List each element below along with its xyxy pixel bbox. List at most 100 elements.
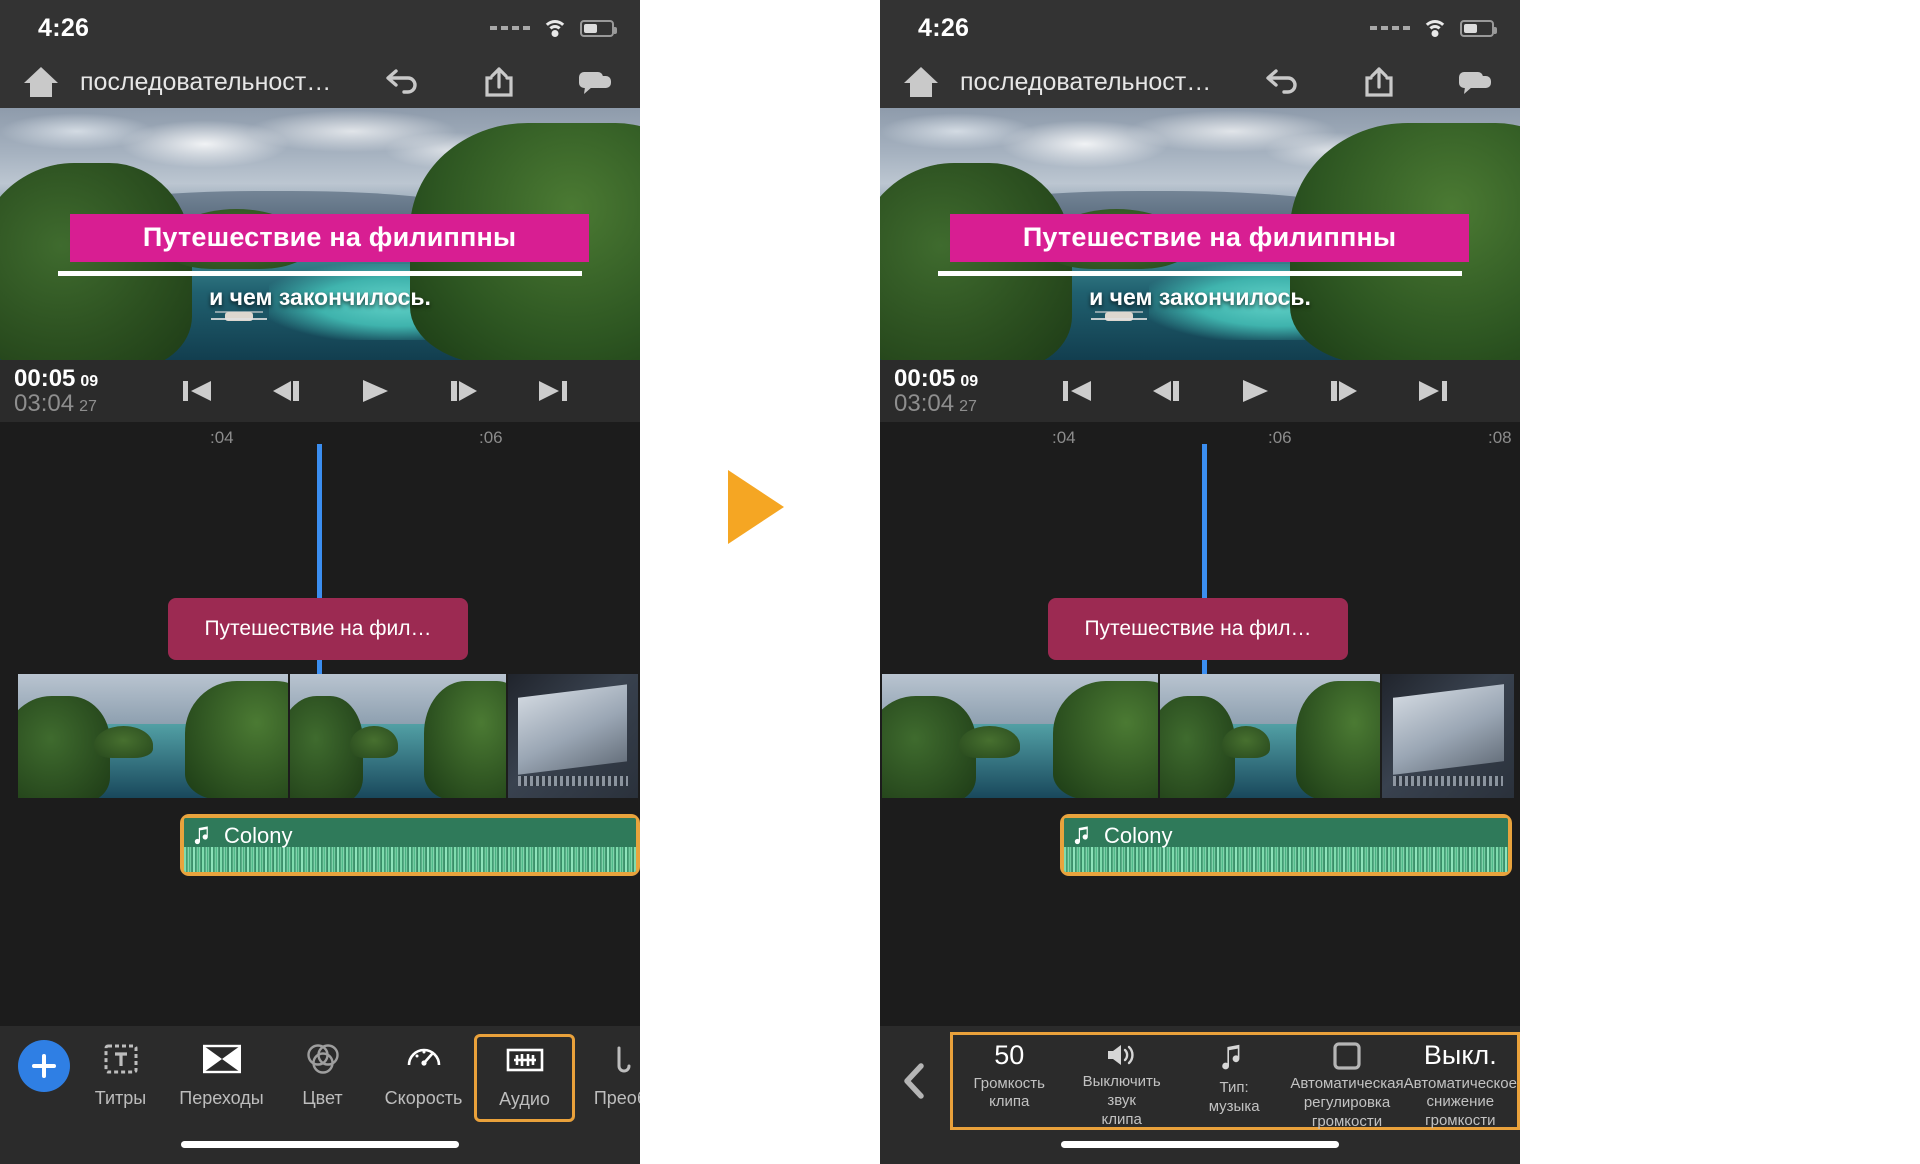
signal-dots-icon bbox=[490, 26, 530, 30]
wifi-icon bbox=[542, 18, 568, 38]
square-icon bbox=[1331, 1041, 1363, 1071]
audio-options-bar: 50 Громкость клипа Выключить звук клипа … bbox=[880, 1026, 1520, 1164]
music-note-icon bbox=[1074, 826, 1088, 845]
tab-audio[interactable]: Аудио bbox=[474, 1034, 575, 1122]
toolbar-actions bbox=[384, 65, 620, 99]
video-preview[interactable]: Путешествие на филиппны и чем закончилос… bbox=[880, 108, 1520, 360]
step-arrow bbox=[728, 470, 784, 544]
option-auto-volume[interactable]: Автоматическая регулировка громкости bbox=[1290, 1035, 1404, 1130]
preview-title-band: Путешествие на филиппны bbox=[950, 213, 1469, 262]
option-label: Выключить звук клипа bbox=[1082, 1073, 1161, 1128]
skip-to-end-button[interactable] bbox=[536, 377, 570, 405]
step-back-button[interactable] bbox=[269, 377, 303, 405]
transport-buttons bbox=[1060, 377, 1450, 405]
preview-title-text: Путешествие на филиппны bbox=[142, 222, 517, 253]
timeline[interactable]: :04 :06 :08 Путешествие на фил… Colony bbox=[0, 422, 640, 934]
play-button[interactable] bbox=[1238, 377, 1272, 405]
video-thumbnail[interactable] bbox=[882, 674, 1160, 798]
comment-icon[interactable] bbox=[576, 65, 614, 99]
play-button[interactable] bbox=[358, 377, 392, 405]
timeline[interactable]: :04 :06 :08 Путешествие на фил… Colony bbox=[880, 422, 1520, 934]
preview-boat bbox=[211, 310, 268, 326]
screenshot-stage: 4:26 последовательност… Путешествие на ф… bbox=[0, 0, 1920, 1164]
video-thumbnail[interactable] bbox=[1382, 674, 1516, 798]
ruler-tick: :06 bbox=[479, 428, 503, 447]
transport-buttons bbox=[180, 377, 570, 405]
share-icon[interactable] bbox=[1360, 65, 1398, 99]
toolbar-actions bbox=[1264, 65, 1500, 99]
tab-transitions[interactable]: Переходы bbox=[171, 1034, 272, 1109]
comment-icon[interactable] bbox=[1456, 65, 1494, 99]
home-icon[interactable] bbox=[24, 67, 58, 97]
option-clip-volume[interactable]: 50 Громкость клипа bbox=[953, 1035, 1065, 1127]
add-button[interactable] bbox=[18, 1040, 70, 1092]
skip-to-start-button[interactable] bbox=[1060, 377, 1094, 405]
phone-panel-after: 4:26 последовательност… Путешествие на ф… bbox=[880, 0, 1520, 1164]
title-clip[interactable]: Путешествие на фил… bbox=[168, 598, 468, 660]
total-frames: 27 bbox=[79, 398, 97, 415]
tab-titles[interactable]: Титры bbox=[70, 1034, 171, 1109]
transform-icon bbox=[611, 1040, 641, 1078]
video-thumbnail[interactable] bbox=[290, 674, 508, 798]
tab-label: Преобр bbox=[593, 1088, 640, 1108]
total-frames: 27 bbox=[959, 398, 977, 415]
step-back-button[interactable] bbox=[1149, 377, 1183, 405]
tab-speed[interactable]: Скорость bbox=[373, 1034, 474, 1109]
tab-transform[interactable]: Преобр bbox=[575, 1034, 640, 1109]
tab-label: Переходы bbox=[179, 1088, 264, 1108]
undo-icon[interactable] bbox=[1264, 65, 1302, 99]
status-indicators bbox=[490, 18, 617, 38]
video-preview[interactable]: Путешествие на филиппны и чем закончилос… bbox=[0, 108, 640, 360]
home-indicator bbox=[181, 1141, 459, 1148]
signal-dots-icon bbox=[1370, 26, 1410, 30]
status-bar: 4:26 bbox=[880, 0, 1520, 56]
music-note-icon bbox=[1219, 1041, 1249, 1075]
ruler-tick: :08 bbox=[1488, 428, 1512, 447]
home-icon[interactable] bbox=[904, 67, 938, 97]
timeline-ruler[interactable]: :04 :06 :08 bbox=[880, 422, 1520, 456]
total-time: 03:04 bbox=[14, 390, 75, 417]
share-icon[interactable] bbox=[480, 65, 518, 99]
app-toolbar: последовательност… bbox=[880, 56, 1520, 108]
option-mute-clip[interactable]: Выключить звук клипа bbox=[1065, 1035, 1177, 1128]
skip-to-end-button[interactable] bbox=[1416, 377, 1450, 405]
option-label: Автоматическая регулировка громкости bbox=[1290, 1075, 1404, 1130]
status-time: 4:26 bbox=[38, 13, 90, 42]
transitions-icon bbox=[202, 1040, 241, 1078]
audio-clip[interactable]: Colony bbox=[180, 814, 640, 876]
battery-icon bbox=[580, 19, 617, 37]
step-forward-button[interactable] bbox=[447, 377, 481, 405]
total-time: 03:04 bbox=[894, 390, 955, 417]
tab-color[interactable]: Цвет bbox=[272, 1034, 373, 1109]
tab-label: Аудио bbox=[499, 1089, 550, 1109]
option-label: Автоматическое снижение громкости bbox=[1403, 1074, 1517, 1130]
tab-label: Скорость bbox=[384, 1088, 463, 1108]
video-thumbnail[interactable] bbox=[508, 674, 640, 798]
back-button[interactable] bbox=[880, 1026, 950, 1164]
wifi-icon bbox=[1422, 18, 1448, 38]
title-clip[interactable]: Путешествие на фил… bbox=[1048, 598, 1348, 660]
ruler-tick: :04 bbox=[210, 428, 234, 447]
option-audio-type[interactable]: Тип: музыка bbox=[1178, 1035, 1290, 1127]
audio-clip-header: Colony bbox=[192, 823, 292, 849]
project-title: последовательност… bbox=[80, 67, 332, 96]
tab-row: Титры Переходы Цвет Скорость Аудио Прео bbox=[0, 1026, 640, 1130]
video-track[interactable] bbox=[882, 674, 1518, 798]
skip-to-start-button[interactable] bbox=[180, 377, 214, 405]
app-toolbar: последовательност… bbox=[0, 56, 640, 108]
audio-clip[interactable]: Colony bbox=[1060, 814, 1512, 876]
preview-title-rule bbox=[937, 270, 1463, 276]
undo-icon[interactable] bbox=[384, 65, 422, 99]
video-thumbnail[interactable] bbox=[18, 674, 290, 798]
phone-panel-before: 4:26 последовательност… Путешествие на ф… bbox=[0, 0, 640, 1164]
video-thumbnail[interactable] bbox=[1160, 674, 1382, 798]
transport-bar: 00:05 09 03:04 27 bbox=[0, 360, 640, 422]
step-forward-button[interactable] bbox=[1327, 377, 1361, 405]
audio-clip-header: Colony bbox=[1072, 823, 1172, 849]
option-auto-ducking[interactable]: Выкл. Автоматическое снижение громкости bbox=[1404, 1035, 1517, 1129]
ruler-tick: :04 bbox=[1052, 428, 1076, 447]
title-clip-label: Путешествие на фил… bbox=[204, 617, 432, 640]
video-track[interactable] bbox=[18, 674, 640, 798]
current-frames: 09 bbox=[80, 372, 99, 390]
preview-boat bbox=[1091, 310, 1148, 326]
